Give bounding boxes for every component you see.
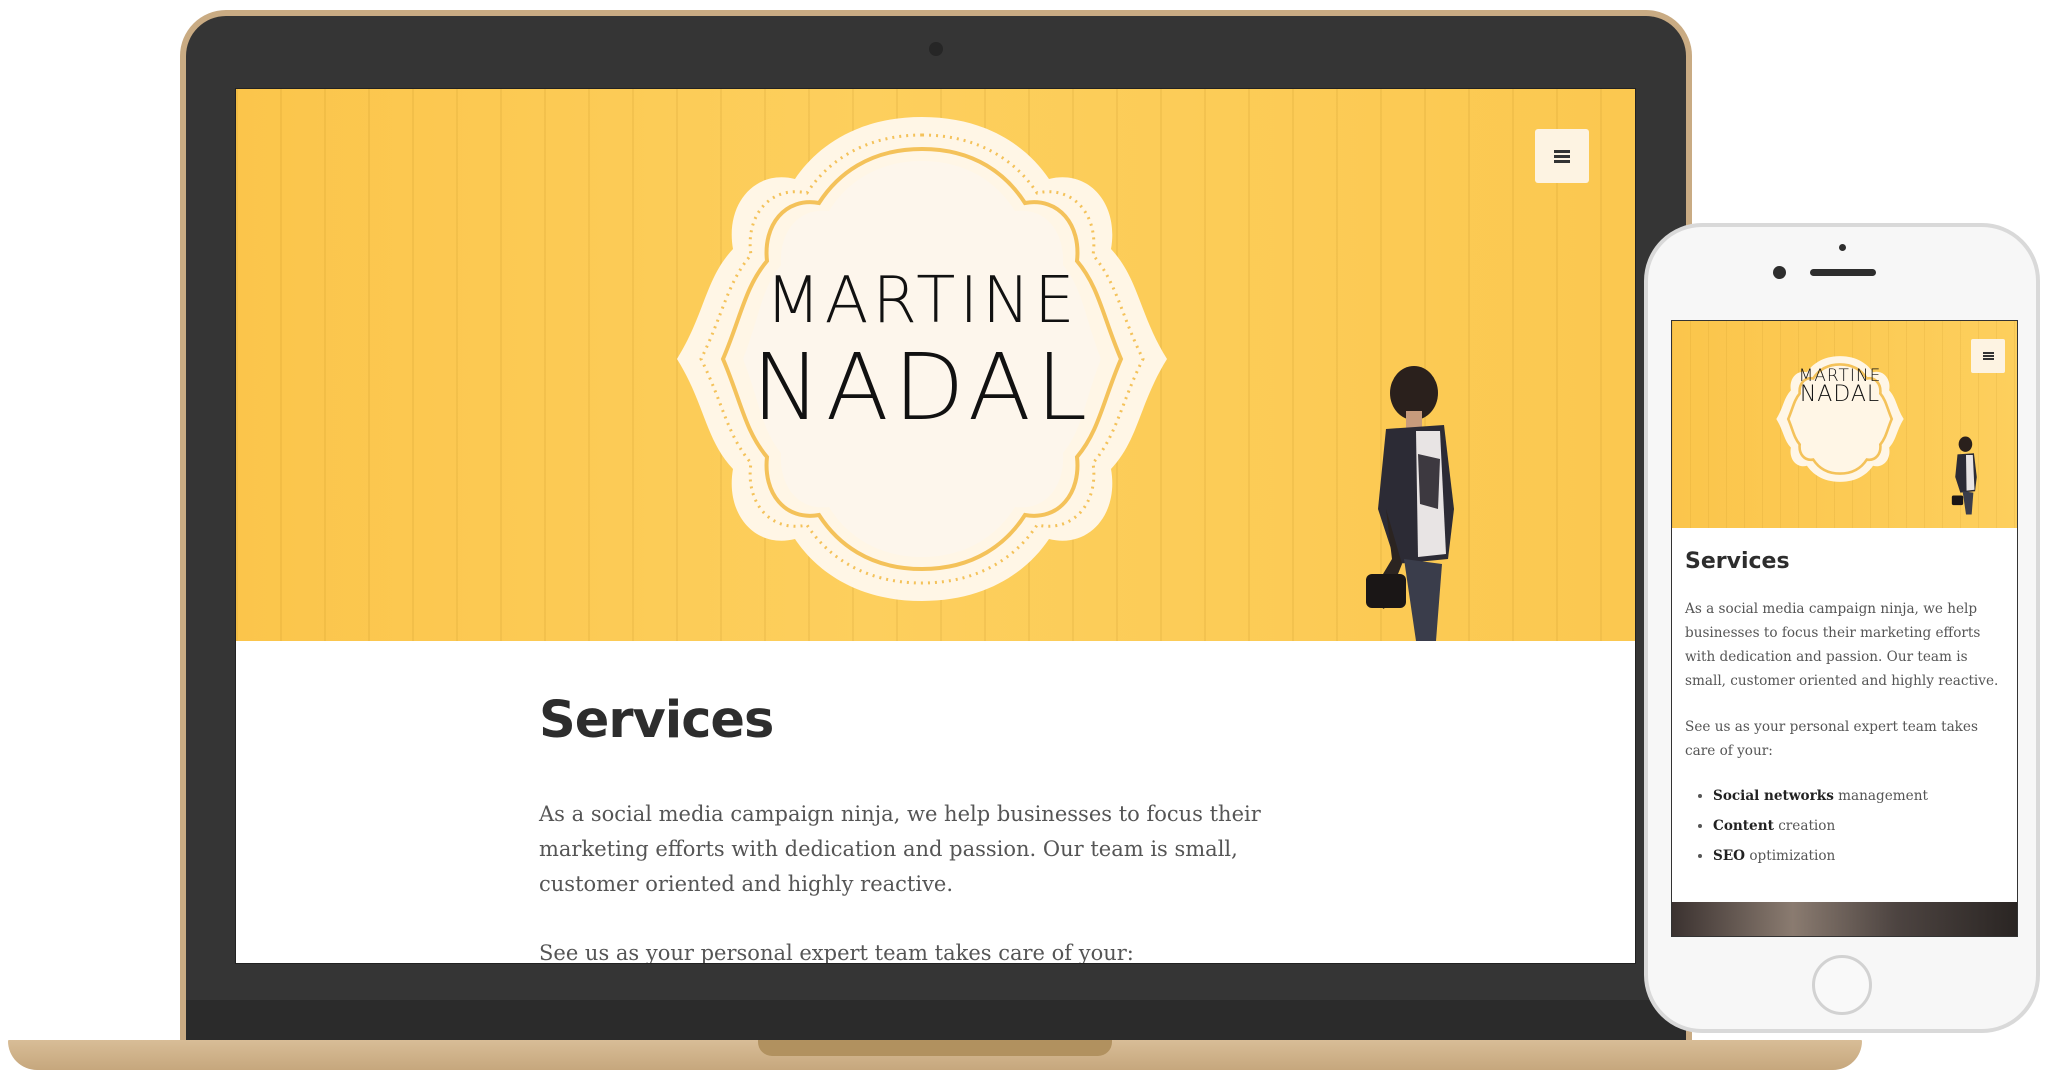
list-item: Social networks management xyxy=(1713,781,2013,811)
phone-screen: MARTINE NADAL Services As a social media… xyxy=(1671,320,2018,937)
hamburger-menu-icon xyxy=(1982,352,1994,360)
phone-home-button[interactable] xyxy=(1812,955,1872,1015)
laptop-screen: MARTINE NADAL Services As a social media… xyxy=(235,88,1636,964)
services-lead: See us as your personal expert team take… xyxy=(539,941,1134,964)
phone-menu-button[interactable] xyxy=(1971,339,2005,373)
hero-banner: MARTINE NADAL xyxy=(236,89,1635,641)
phone-services-intro: As a social media campaign ninja, we hel… xyxy=(1685,601,1999,689)
services-title: Services xyxy=(539,691,774,750)
phone-camera xyxy=(1773,266,1786,279)
phone-hero-banner: MARTINE NADAL xyxy=(1672,321,2017,528)
phone-logo-line2: NADAL xyxy=(1799,382,1881,407)
laptop-chin xyxy=(186,1000,1686,1040)
list-item: SEO optimization xyxy=(1713,841,2013,871)
logo-line2: NADAL xyxy=(751,334,1093,441)
phone-woman-walking-photo xyxy=(1951,436,1977,515)
hamburger-menu-icon xyxy=(1554,150,1570,163)
phone-footer-image xyxy=(1672,902,2017,936)
laptop-notch xyxy=(758,1040,1112,1056)
phone-speaker xyxy=(1810,269,1876,276)
phone-sensor xyxy=(1839,244,1846,251)
logo-line1: MARTINE xyxy=(765,264,1079,338)
list-item: Content creation xyxy=(1713,811,2013,841)
phone-services-title: Services xyxy=(1685,549,1790,574)
menu-button[interactable] xyxy=(1535,129,1589,183)
laptop-camera xyxy=(929,42,943,56)
phone-services-list: Social networks management Content creat… xyxy=(1685,781,2013,871)
phone-services-lead: See us as your personal expert team take… xyxy=(1685,719,1978,759)
services-intro: As a social media campaign ninja, we hel… xyxy=(539,802,1261,896)
woman-walking-photo xyxy=(1366,366,1454,641)
